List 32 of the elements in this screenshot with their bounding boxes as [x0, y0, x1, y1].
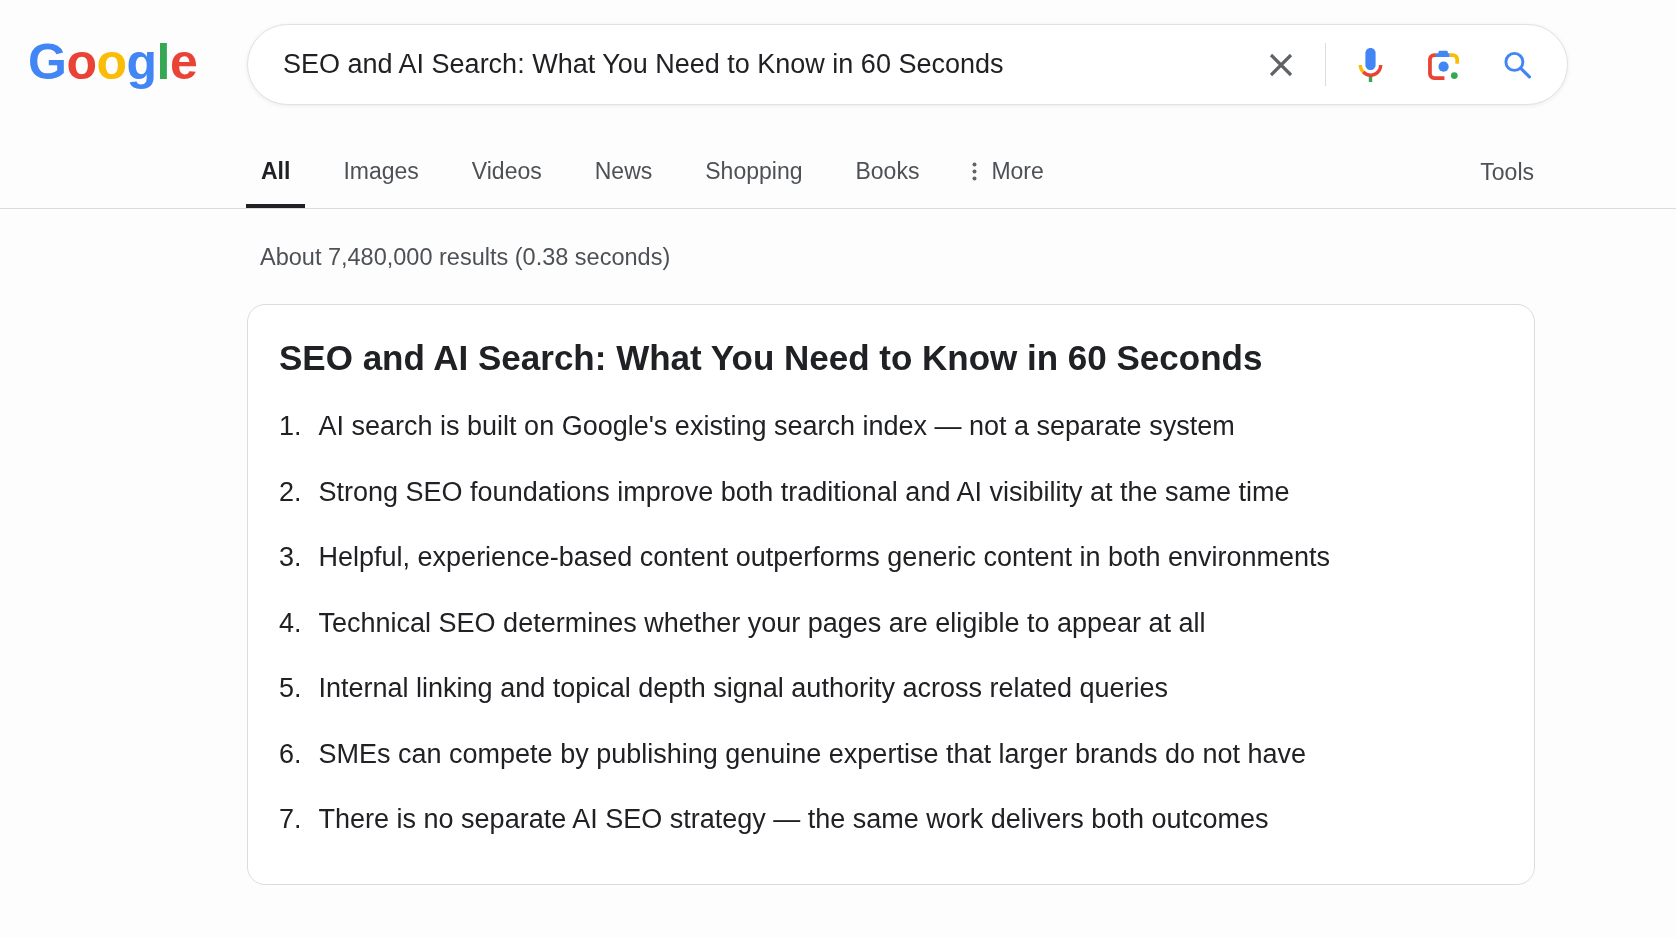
- list-item-text: There is no separate AI SEO strategy — the same work delivers both outcomes: [318, 803, 1269, 836]
- snippet-title: SEO and AI Search: What You Need to Know in 60 Seconds: [279, 337, 1263, 379]
- result-stats: About 7,480,000 results (0.38 seconds): [260, 243, 671, 271]
- list-item-text: Technical SEO determines whether your pages are eligible to appear at all: [318, 606, 1206, 640]
- tab[interactable]: News: [579, 134, 668, 208]
- list-item-text: Helpful, experience-based content outperforms generic content in both environments: [318, 541, 1331, 574]
- list-number: 6.: [279, 737, 302, 771]
- list-item-text: AI search is built on Google's existing search index — not a separate system: [318, 410, 1235, 443]
- tab[interactable]: Books: [840, 134, 935, 208]
- tools-button[interactable]: Tools: [1480, 158, 1534, 186]
- search-input[interactable]: SEO and AI Search: What You Need to Know in 60 Seconds: [283, 49, 1249, 80]
- list-item-text: SMEs can compete by publishing genuine expertise that larger brands do not have: [318, 737, 1307, 771]
- list-number: 3.: [279, 541, 302, 574]
- tab[interactable]: More: [957, 134, 1059, 208]
- tab[interactable]: Videos: [456, 134, 557, 208]
- list-number: 2.: [279, 475, 302, 509]
- search-bar[interactable]: SEO and AI Search: What You Need to Know in 60 Seconds: [247, 24, 1568, 105]
- list-number: 4.: [279, 606, 302, 640]
- tab[interactable]: Shopping: [690, 134, 818, 208]
- tab[interactable]: All: [246, 134, 306, 208]
- list-number: 7.: [279, 803, 302, 836]
- list-item-text: Strong SEO foundations improve both traditional and AI visibility at the same time: [318, 475, 1290, 509]
- list-number: 5.: [279, 672, 302, 705]
- tab[interactable]: Images: [328, 134, 434, 208]
- list-item-text: Internal linking and topical depth signal authority across related queries: [318, 672, 1169, 705]
- list-number: 1.: [279, 410, 302, 443]
- vertical-dots-icon: [972, 161, 978, 181]
- camera-icon[interactable]: [1428, 49, 1460, 80]
- logo[interactable]: Google: [28, 35, 198, 90]
- close-icon[interactable]: [1269, 52, 1293, 77]
- search-icon[interactable]: [1503, 50, 1532, 79]
- microphone-icon[interactable]: [1358, 47, 1383, 82]
